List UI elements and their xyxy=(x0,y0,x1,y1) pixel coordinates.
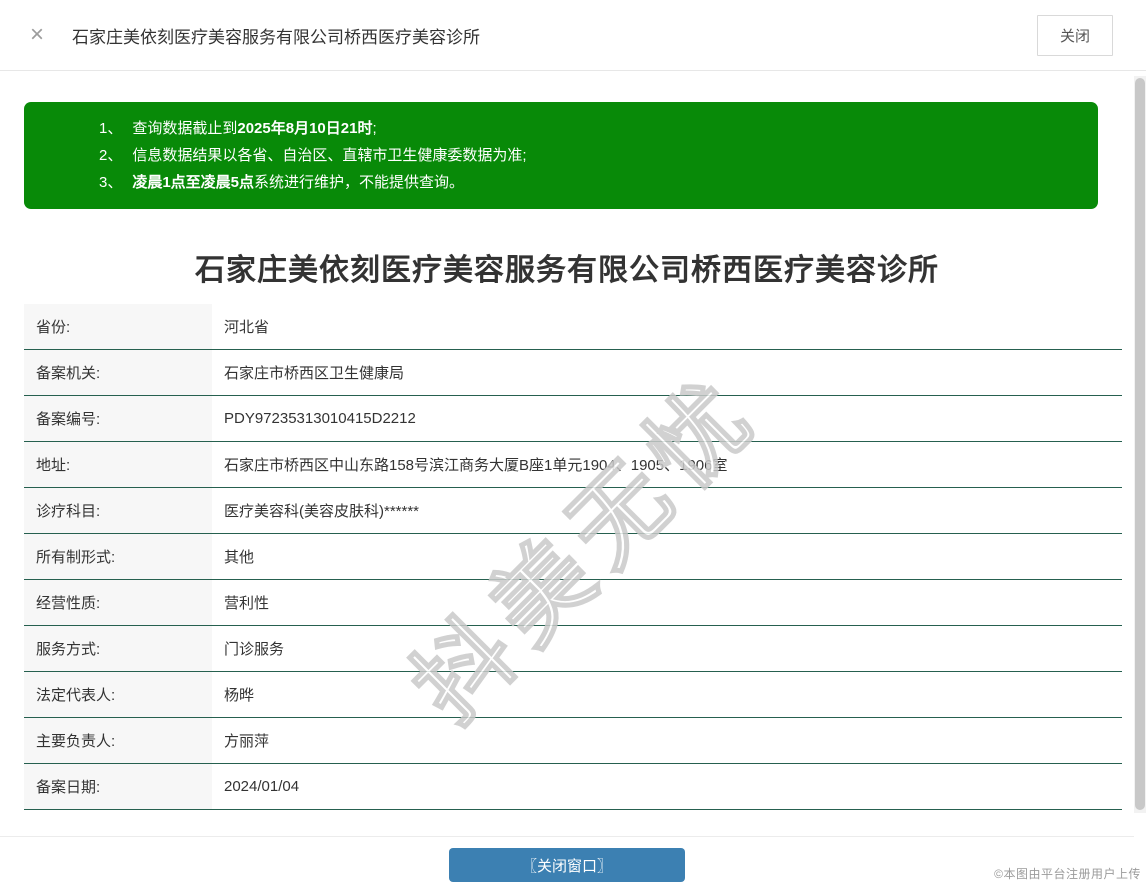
row-value: 杨晔 xyxy=(212,672,1122,717)
notice-text: 查询数据截止到2025年8月10日21时; xyxy=(132,115,376,142)
table-row-ownership-form: 所有制形式: 其他 xyxy=(24,534,1122,580)
row-label: 主要负责人: xyxy=(24,718,212,763)
notice-text: 凌晨1点至凌晨5点系统进行维护，不能提供查询。 xyxy=(132,169,464,196)
row-value: 2024/01/04 xyxy=(212,764,1122,809)
window-title: 石家庄美依刻医疗美容服务有限公司桥西医疗美容诊所 xyxy=(72,23,480,48)
row-label: 省份: xyxy=(24,304,212,349)
notice-number: 3、 xyxy=(99,169,122,196)
row-value: 方丽萍 xyxy=(212,718,1122,763)
row-value: 营利性 xyxy=(212,580,1122,625)
row-value: PDY97235313010415D2212 xyxy=(212,396,1122,441)
table-row-address: 地址: 石家庄市桥西区中山东路158号滨江商务大厦B座1单元1904、1905、… xyxy=(24,442,1122,488)
clinic-name-title: 石家庄美依刻医疗美容服务有限公司桥西医疗美容诊所 xyxy=(0,245,1134,289)
row-label: 诊疗科目: xyxy=(24,488,212,533)
table-row-treatment-subjects: 诊疗科目: 医疗美容科(美容皮肤科)****** xyxy=(24,488,1122,534)
scrollbar-thumb[interactable] xyxy=(1135,78,1145,810)
row-label: 法定代表人: xyxy=(24,672,212,717)
row-value: 石家庄市桥西区中山东路158号滨江商务大厦B座1单元1904、1905、1906… xyxy=(212,442,1122,487)
close-button[interactable]: 关闭 xyxy=(1037,15,1113,56)
row-value: 医疗美容科(美容皮肤科)****** xyxy=(212,488,1122,533)
table-row-province: 省份: 河北省 xyxy=(24,304,1122,350)
notice-number: 1、 xyxy=(99,115,122,142)
notice-text: 信息数据结果以各省、自治区、直辖市卫生健康委数据为准; xyxy=(132,142,526,169)
scrollbar-track[interactable] xyxy=(1134,76,1146,813)
modal-window: × 石家庄美依刻医疗美容服务有限公司桥西医疗美容诊所 关闭 1、 查询数据截止到… xyxy=(0,0,1146,884)
notice-box: 1、 查询数据截止到2025年8月10日21时; 2、 信息数据结果以各省、自治… xyxy=(24,102,1098,209)
close-x-icon[interactable]: × xyxy=(30,23,44,47)
row-label: 备案日期: xyxy=(24,764,212,809)
modal-content: 1、 查询数据截止到2025年8月10日21时; 2、 信息数据结果以各省、自治… xyxy=(0,102,1146,884)
row-label: 服务方式: xyxy=(24,626,212,671)
row-label: 备案编号: xyxy=(24,396,212,441)
footer-bar: 〖关闭窗口〗 xyxy=(0,836,1134,882)
row-value: 其他 xyxy=(212,534,1122,579)
row-label: 地址: xyxy=(24,442,212,487)
row-label: 经营性质: xyxy=(24,580,212,625)
table-row-filing-authority: 备案机关: 石家庄市桥西区卫生健康局 xyxy=(24,350,1122,396)
row-value: 河北省 xyxy=(212,304,1122,349)
close-window-button[interactable]: 〖关闭窗口〗 xyxy=(449,848,685,882)
notice-line-2: 2、 信息数据结果以各省、自治区、直辖市卫生健康委数据为准; xyxy=(99,142,1078,169)
row-label: 备案机关: xyxy=(24,350,212,395)
info-table: 省份: 河北省 备案机关: 石家庄市桥西区卫生健康局 备案编号: PDY9723… xyxy=(24,304,1122,810)
table-row-filing-date: 备案日期: 2024/01/04 xyxy=(24,764,1122,810)
table-row-filing-number: 备案编号: PDY97235313010415D2212 xyxy=(24,396,1122,442)
row-value: 石家庄市桥西区卫生健康局 xyxy=(212,350,1122,395)
table-row-principal: 主要负责人: 方丽萍 xyxy=(24,718,1122,764)
window-header: × 石家庄美依刻医疗美容服务有限公司桥西医疗美容诊所 关闭 xyxy=(0,0,1146,71)
notice-line-1: 1、 查询数据截止到2025年8月10日21时; xyxy=(99,115,1078,142)
notice-number: 2、 xyxy=(99,142,122,169)
table-row-service-mode: 服务方式: 门诊服务 xyxy=(24,626,1122,672)
notice-line-3: 3、 凌晨1点至凌晨5点系统进行维护，不能提供查询。 xyxy=(99,169,1078,196)
table-row-operating-nature: 经营性质: 营利性 xyxy=(24,580,1122,626)
row-label: 所有制形式: xyxy=(24,534,212,579)
copyright-notice: ©本图由平台注册用户上传 xyxy=(994,865,1141,882)
table-row-legal-representative: 法定代表人: 杨晔 xyxy=(24,672,1122,718)
row-value: 门诊服务 xyxy=(212,626,1122,671)
